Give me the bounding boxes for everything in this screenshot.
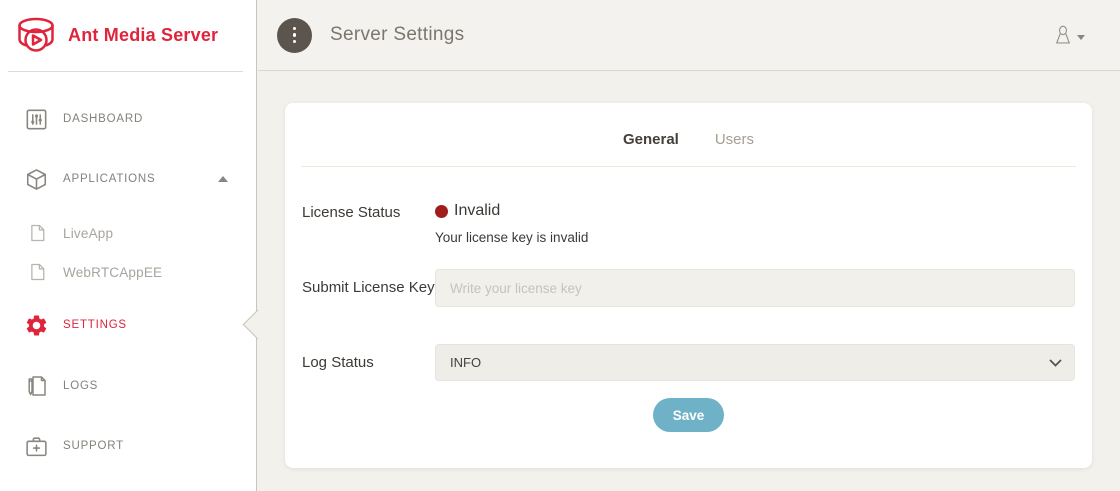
log-status-label: Log Status	[302, 352, 435, 374]
sidebar-item-logs[interactable]: LOGS	[0, 365, 256, 407]
topbar: Server Settings	[258, 0, 1120, 71]
license-key-label: Submit License Key	[302, 277, 435, 299]
license-status-row: License Status Invalid Your license key …	[302, 202, 1075, 245]
license-status-text: Invalid	[454, 202, 500, 220]
tab-general[interactable]: General	[623, 131, 679, 150]
sidebar-item-webrtcappee[interactable]: WebRTCAppEE	[0, 255, 256, 289]
sidebar-item-label: LOGS	[63, 380, 98, 392]
log-file-icon	[24, 374, 49, 399]
chevron-down-icon	[1077, 35, 1085, 40]
file-icon	[30, 263, 45, 281]
collapse-caret-icon[interactable]	[218, 176, 228, 182]
status-dot-icon	[435, 205, 448, 218]
tabs: General Users	[285, 103, 1092, 150]
sidebar-item-support[interactable]: SUPPORT	[0, 425, 256, 467]
user-menu[interactable]	[1053, 24, 1085, 46]
user-icon	[1053, 24, 1073, 46]
save-row: Save	[302, 398, 1075, 432]
log-status-row: Log Status INFO	[302, 344, 1075, 381]
sidebar-nav: DASHBOARD APPLICATIONS LiveApp	[0, 98, 256, 467]
license-key-row: Submit License Key	[302, 269, 1075, 307]
sidebar-item-label: SETTINGS	[63, 319, 127, 331]
sidebar-item-liveapp[interactable]: LiveApp	[0, 216, 256, 250]
support-kit-icon	[24, 434, 49, 459]
sidebar-item-settings[interactable]: SETTINGS	[0, 304, 256, 346]
gear-icon	[24, 313, 49, 338]
main-area: Server Settings General Users License St…	[258, 0, 1120, 491]
dashboard-sliders-icon	[24, 107, 49, 132]
license-key-input[interactable]	[435, 269, 1075, 307]
sidebar-item-label: WebRTCAppEE	[63, 265, 162, 280]
license-status-label: License Status	[302, 202, 435, 245]
file-icon	[30, 224, 45, 242]
sidebar-divider	[8, 71, 243, 72]
sidebar-item-label: LiveApp	[63, 226, 113, 241]
ant-media-logo-icon	[13, 16, 59, 56]
page-title: Server Settings	[330, 24, 464, 46]
sidebar-item-dashboard[interactable]: DASHBOARD	[0, 98, 256, 140]
tab-users[interactable]: Users	[715, 131, 754, 150]
brand[interactable]: Ant Media Server	[0, 0, 256, 71]
sidebar-item-label: APPLICATIONS	[63, 173, 155, 185]
general-settings-form: License Status Invalid Your license key …	[285, 167, 1092, 432]
applications-box-icon	[24, 167, 49, 192]
license-status-description: Your license key is invalid	[435, 230, 588, 245]
brand-name: Ant Media Server	[68, 25, 218, 46]
save-button[interactable]: Save	[653, 398, 725, 432]
log-status-select-wrap: INFO	[435, 344, 1075, 381]
server-settings-panel: General Users License Status Invalid You…	[285, 103, 1092, 468]
sidebar-item-label: SUPPORT	[63, 440, 124, 452]
log-status-select[interactable]: INFO	[435, 344, 1075, 381]
license-status-value: Invalid Your license key is invalid	[435, 202, 588, 245]
sidebar-item-applications[interactable]: APPLICATIONS	[0, 158, 256, 200]
kebab-menu-icon[interactable]	[277, 18, 312, 53]
sidebar-item-label: DASHBOARD	[63, 113, 143, 125]
sidebar: Ant Media Server DASHBOARD	[0, 0, 257, 491]
